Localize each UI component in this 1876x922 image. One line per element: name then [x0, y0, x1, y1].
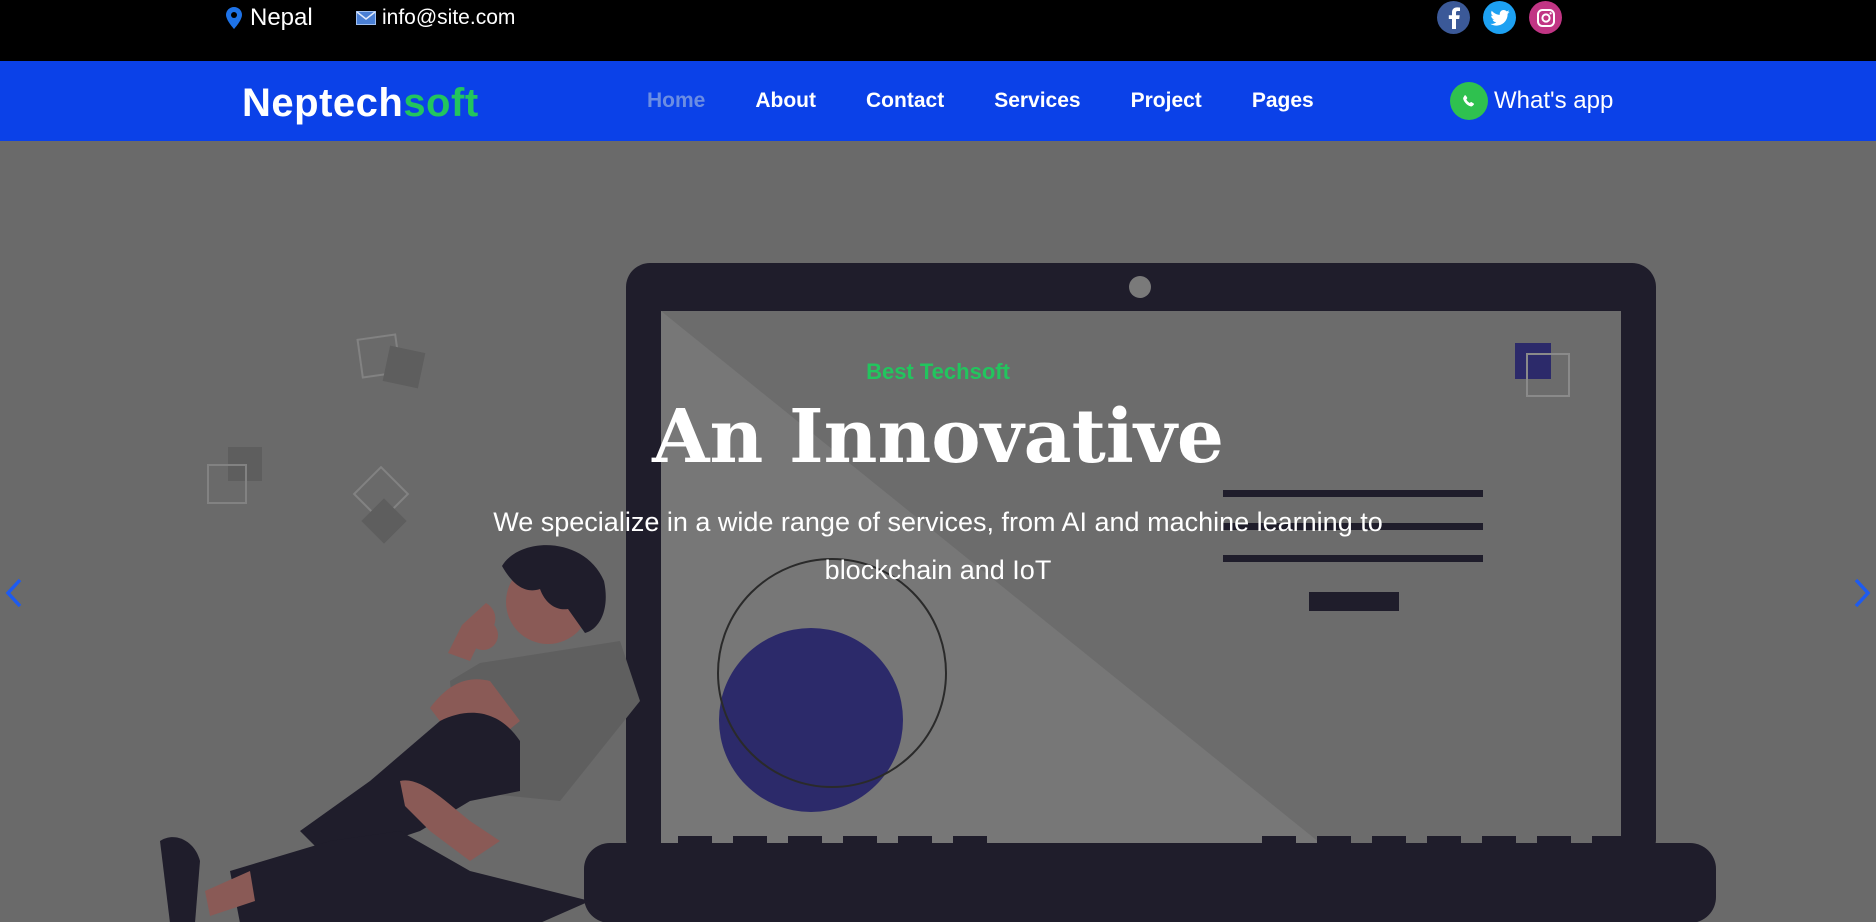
- nav-item-contact[interactable]: Contact: [866, 88, 944, 114]
- social-links: [1437, 1, 1562, 34]
- twitter-icon[interactable]: [1483, 1, 1516, 34]
- brand-name-part1: Neptech: [242, 81, 404, 125]
- instagram-icon[interactable]: [1529, 1, 1562, 34]
- nav-item-home[interactable]: Home: [647, 88, 705, 114]
- whatsapp-label: What's app: [1494, 87, 1614, 114]
- location-info: Nepal: [226, 3, 313, 33]
- facebook-icon[interactable]: [1437, 1, 1470, 34]
- brand-logo[interactable]: Neptechsoft: [242, 79, 479, 127]
- chevron-left-icon: [5, 578, 22, 608]
- nav-item-services[interactable]: Services: [994, 88, 1080, 114]
- hero-subtitle: Best Techsoft: [866, 359, 1010, 384]
- email-text[interactable]: info@site.com: [382, 3, 515, 33]
- hero-headline: An Innovative: [652, 394, 1224, 480]
- nav-menu: Home About Contact Services Project Page…: [647, 88, 1314, 114]
- envelope-icon: [356, 11, 376, 25]
- chevron-right-icon: [1854, 578, 1871, 608]
- nav-item-about[interactable]: About: [755, 88, 816, 114]
- top-bar: Nepal info@site.com: [0, 0, 1876, 61]
- location-text: Nepal: [250, 4, 313, 31]
- whatsapp-button[interactable]: What's app: [1450, 82, 1613, 120]
- nav-item-pages[interactable]: Pages: [1252, 88, 1314, 114]
- brand-name-part2: soft: [403, 81, 479, 125]
- hero-description: We specialize in a wide range of service…: [493, 507, 1383, 585]
- location-pin-icon: [226, 7, 242, 29]
- whatsapp-icon: [1450, 82, 1488, 120]
- hero-slider: Best Techsoft An Innovative We specializ…: [0, 141, 1876, 922]
- nav-item-project[interactable]: Project: [1131, 88, 1202, 114]
- person-figure: [160, 545, 640, 922]
- main-navbar: Neptechsoft Home About Contact Services …: [0, 61, 1876, 141]
- email-info[interactable]: info@site.com: [356, 3, 515, 33]
- slider-next-button[interactable]: [1848, 573, 1876, 613]
- slider-prev-button[interactable]: [0, 573, 28, 613]
